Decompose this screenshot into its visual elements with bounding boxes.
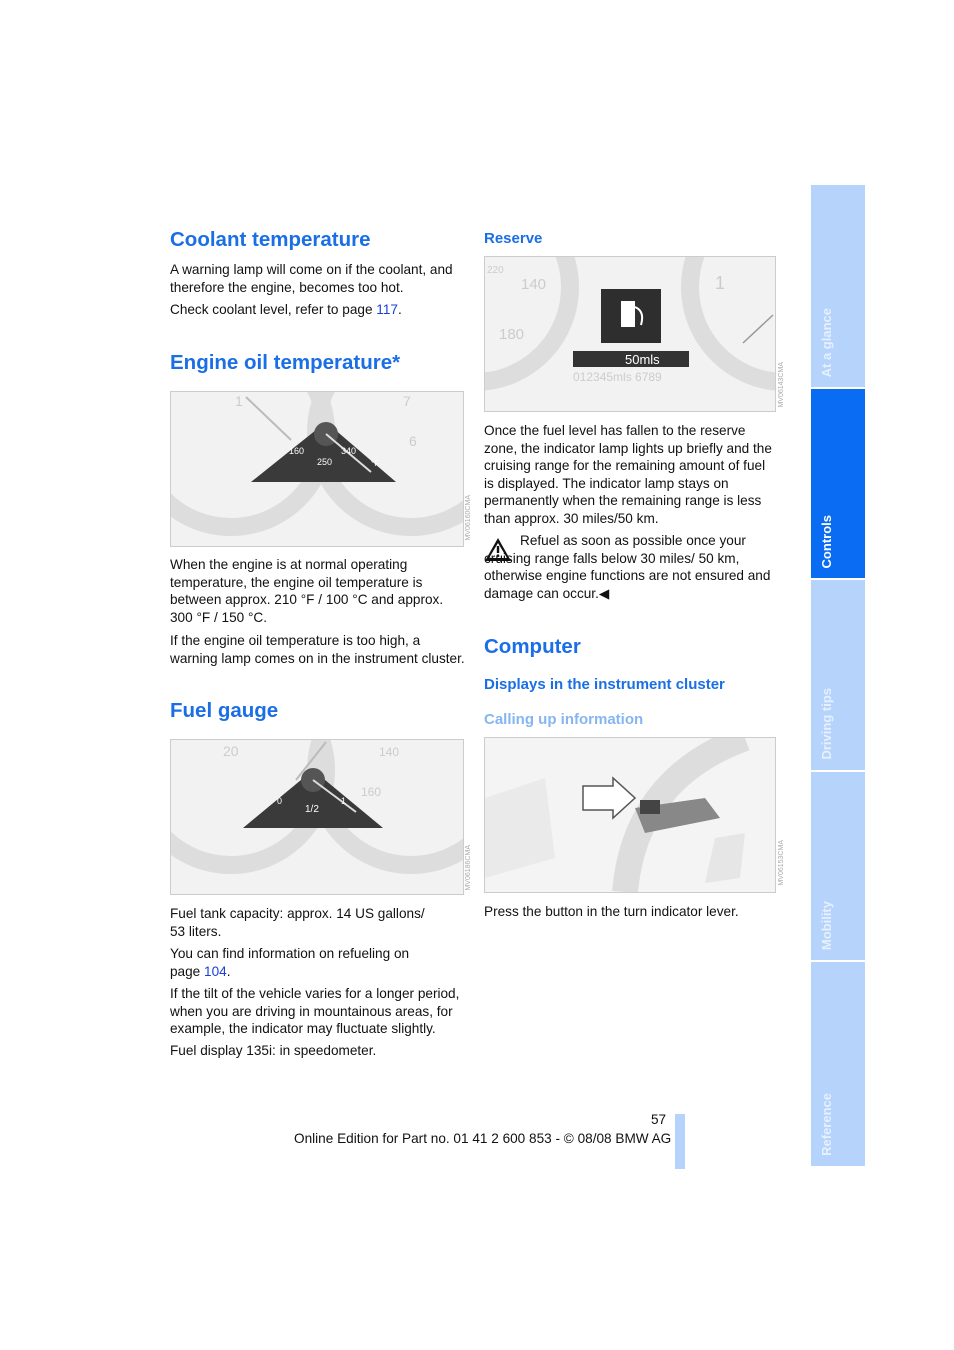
page-number: 57: [651, 1112, 667, 1127]
coolant-ref-suffix: .: [397, 302, 402, 317]
computer-text: Press the button in the turn indicator l…: [484, 904, 739, 919]
oil-gauge-illustration: 160 250 340 °F 7 6 1: [171, 392, 463, 536]
reserve-warning-text: Refuel as soon as possible once your cru…: [484, 532, 776, 602]
fuel-gauge-160: 160: [361, 785, 381, 799]
fuel-gauge-heading: Fuel gauge: [170, 699, 279, 722]
reserve-figure-code: MV06143CMA: [778, 362, 785, 408]
fuel-gauge-20: 20: [223, 743, 239, 759]
fuel-ref-suffix: .: [226, 963, 231, 979]
fuel-tilt-text: If the tilt of the vehicle varies for a …: [170, 986, 460, 1037]
reserve-odometer: 012345mls 6789: [573, 370, 662, 384]
computer-figure-code: MV06153CMA: [778, 840, 785, 886]
instrument-cluster-heading: Displays in the instrument cluster: [484, 676, 725, 693]
oil-gauge-250: 250: [317, 457, 332, 467]
turn-indicator-figure: [484, 737, 776, 893]
reserve-range: 50mls: [625, 352, 660, 367]
fuel-gauge-140: 140: [379, 745, 399, 759]
oil-temp-warning-text: If the engine oil temperature is too hig…: [170, 633, 465, 666]
reserve-speed-220: 220: [487, 265, 504, 276]
turn-indicator-lever-illustration: [485, 738, 750, 892]
footer-bar: [675, 1114, 685, 1169]
fuel-gauge-half: 1/2: [305, 804, 319, 815]
fuel-figure-code: MV06186CMA: [465, 845, 472, 891]
fuel-gauge-1: 1: [341, 796, 346, 806]
fuel-gauge-figure: 0 1/2 1 20 140 160: [170, 739, 464, 895]
reserve-rpm-1: 1: [715, 273, 725, 293]
calling-up-info-heading: Calling up information: [484, 711, 644, 728]
fuel-capacity-text: Fuel tank capacity: approx. 14 US gallon…: [170, 906, 425, 939]
oil-gauge-1: 1: [235, 393, 243, 409]
fuel-gauge-0: 0: [277, 796, 282, 806]
end-mark-icon: ◀: [598, 585, 610, 601]
page-link-117[interactable]: 117: [376, 302, 398, 317]
edition-footer: Online Edition for Part no. 01 41 2 600 …: [294, 1131, 672, 1146]
coolant-ref-prefix: Check coolant level, refer to page: [170, 302, 377, 317]
oil-gauge-340: 340: [341, 446, 356, 456]
side-tab-controls[interactable]: Controls: [811, 389, 865, 578]
reserve-speed-140: 140: [521, 276, 546, 293]
side-tab-mobility[interactable]: Mobility: [811, 772, 865, 960]
reserve-warning-body: Refuel as soon as possible once your cru…: [484, 533, 771, 601]
coolant-heading: Coolant temperature: [170, 228, 371, 251]
side-tab-label: Controls: [819, 514, 834, 568]
side-tab-driving-tips[interactable]: Driving tips: [811, 580, 865, 770]
coolant-text: A warning lamp will come on if the coola…: [170, 262, 453, 295]
reserve-text: Once the fuel level has fallen to the re…: [484, 423, 772, 526]
side-tab-label: Driving tips: [819, 688, 834, 760]
side-tab-label: At a glance: [819, 307, 834, 377]
oil-gauge-160: 160: [289, 446, 304, 456]
fuel-refuel-ref: You can find information on refueling on…: [170, 945, 440, 980]
fuel-display-text: Fuel display 135i: in speedometer.: [170, 1043, 377, 1058]
oil-temp-figure: 160 250 340 °F 7 6 1: [170, 391, 464, 547]
side-tab-at-a-glance[interactable]: At a glance: [811, 185, 865, 387]
page-link-104[interactable]: 104: [204, 964, 227, 979]
oil-gauge-7: 7: [403, 393, 411, 409]
fuel-gauge-illustration: 0 1/2 1 20 140 160: [171, 740, 463, 874]
oil-figure-code: MV06160CMA: [465, 495, 472, 541]
oil-gauge-6: 6: [409, 433, 417, 449]
computer-heading: Computer: [484, 635, 581, 658]
reserve-heading: Reserve: [484, 230, 543, 247]
side-tab-label: Mobility: [819, 900, 834, 950]
oil-temp-text: When the engine is at normal operating t…: [170, 557, 444, 625]
oil-temp-heading: Engine oil temperature*: [170, 351, 401, 374]
side-tab-reference[interactable]: Reference: [811, 962, 865, 1166]
oil-gauge-unit: °F: [371, 459, 379, 468]
reserve-speed-180: 180: [499, 326, 524, 343]
coolant-ref: Check coolant level, refer to page 117.: [170, 301, 465, 319]
reserve-figure: 50mls 012345mls 6789 140 180 220 1: [484, 256, 776, 412]
side-tab-label: Reference: [819, 1093, 834, 1156]
reserve-display-illustration: 50mls 012345mls 6789 140 180 220 1: [485, 257, 775, 391]
